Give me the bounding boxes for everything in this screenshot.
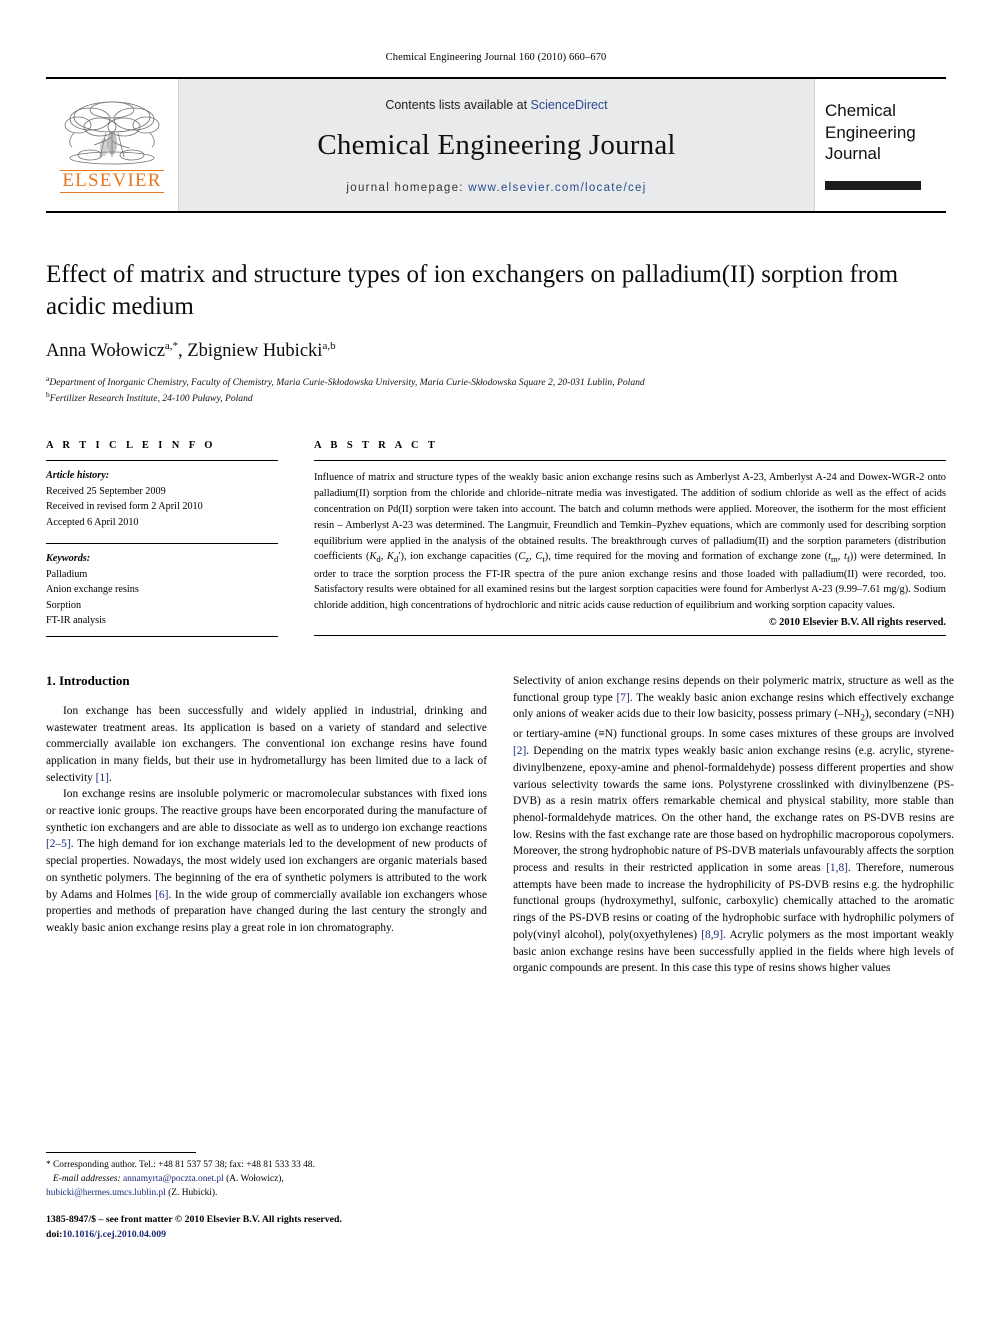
article-info-rule-bottom xyxy=(46,635,278,637)
article-info-heading: A R T I C L E I N F O xyxy=(46,440,216,452)
affiliation-a: aDepartment of Inorganic Chemistry, Facu… xyxy=(46,374,946,390)
doi-label: doi: xyxy=(46,1228,63,1240)
keyword-item: Palladium xyxy=(46,568,88,580)
running-head: Chemical Engineering Journal 160 (2010) … xyxy=(385,52,607,63)
title-block: Effect of matrix and structure types of … xyxy=(46,259,946,406)
paragraph: Ion exchange resins are insoluble polyme… xyxy=(46,788,487,934)
keywords-label: Keywords: xyxy=(46,553,91,565)
citation-ref[interactable]: [7] xyxy=(616,692,629,704)
citation-ref[interactable]: [1] xyxy=(96,772,109,784)
author-1-affil-mark: a,* xyxy=(164,340,179,352)
citation-ref[interactable]: [1,8] xyxy=(826,862,848,874)
affiliation-b-text: Fertilizer Research Institute, 24-100 Pu… xyxy=(49,393,253,405)
doi-link[interactable]: 10.1016/j.cej.2010.04.009 xyxy=(62,1229,166,1240)
keyword-item: FT-IR analysis xyxy=(46,615,106,627)
author-1: Anna Wołowicz xyxy=(46,341,165,362)
affiliation-b: bFertilizer Research Institute, 24-100 P… xyxy=(46,390,946,406)
elsevier-tree-icon xyxy=(64,101,160,165)
affiliation-a-text: Department of Inorganic Chemistry, Facul… xyxy=(49,377,645,389)
article-info-column: A R T I C L E I N F O Article history: R… xyxy=(46,440,278,637)
section-heading-introduction: 1. Introduction xyxy=(46,672,130,688)
info-abstract-row: A R T I C L E I N F O Article history: R… xyxy=(46,440,946,637)
abstract-column: A B S T R A C T Influence of matrix and … xyxy=(314,440,946,637)
abstract-text: Influence of matrix and structure types … xyxy=(314,472,946,612)
keywords-block: Keywords: Palladium Anion exchange resin… xyxy=(46,544,278,629)
article-history-label: Article history: xyxy=(46,470,110,482)
page-title: Effect of matrix and structure types of … xyxy=(46,261,899,320)
author-list: Anna Wołowicza,*, Zbigniew Hubickia,b xyxy=(46,340,946,362)
homepage-url-link[interactable]: www.elsevier.com/locate/cej xyxy=(468,182,646,194)
corresponding-author-note: * Corresponding author. Tel.: +48 81 537… xyxy=(46,1160,315,1170)
author-2-affil-mark: a,b xyxy=(322,340,336,352)
doi-line: doi:10.1016/j.cej.2010.04.009 xyxy=(46,1228,506,1243)
email-owner-2: (Z. Hubicki). xyxy=(165,1188,218,1199)
history-item: Received 25 September 2009 xyxy=(46,485,166,497)
email-line-2: hubicki@hermes.umcs.lublin.pl (Z. Hubick… xyxy=(46,1186,487,1200)
journal-title: Chemical Engineering Journal xyxy=(317,129,676,161)
homepage-label: journal homepage: xyxy=(346,182,464,194)
history-item: Received in revised form 2 April 2010 xyxy=(46,501,203,513)
cover-journal-title: Chemical Engineering Journal xyxy=(825,100,916,164)
body-left-column: 1. Introduction Ion exchange has been su… xyxy=(46,673,487,977)
keyword-item: Sorption xyxy=(46,599,82,611)
email-link-2[interactable]: hubicki@hermes.umcs.lublin.pl xyxy=(46,1188,166,1198)
masthead-center: Contents lists available at ScienceDirec… xyxy=(179,79,814,211)
history-item: Accepted 6 April 2010 xyxy=(46,516,139,528)
paragraph: Selectivity of anion exchange resins dep… xyxy=(513,674,954,975)
imprint-block: 1385-8947/$ – see front matter © 2010 El… xyxy=(46,1213,506,1242)
citation-ref[interactable]: [2–5] xyxy=(46,838,71,850)
body-two-column: 1. Introduction Ion exchange has been su… xyxy=(46,673,954,977)
contents-prefix: Contents lists available at xyxy=(385,98,531,112)
abstract-copyright: © 2010 Elsevier B.V. All rights reserved… xyxy=(768,617,946,629)
email-addresses-label: E-mail addresses: xyxy=(53,1174,121,1185)
contents-available-line: Contents lists available at ScienceDirec… xyxy=(385,98,607,112)
journal-homepage-line: journal homepage: www.elsevier.com/locat… xyxy=(346,182,646,194)
citation-ref[interactable]: [6] xyxy=(155,889,168,901)
abstract-rule-bottom xyxy=(314,635,946,637)
citation-ref[interactable]: [2] xyxy=(513,745,526,757)
imprint-line: 1385-8947/$ – see front matter © 2010 El… xyxy=(46,1214,342,1225)
email-line-1: E-mail addresses: annamyrta@poczta.onet.… xyxy=(46,1172,487,1186)
author-2: , Zbigniew Hubicki xyxy=(178,341,323,362)
cover-bar-decoration xyxy=(825,181,921,191)
email-owner-1: (A. Wołowicz), xyxy=(223,1174,284,1185)
footnote-block: * Corresponding author. Tel.: +48 81 537… xyxy=(46,1152,487,1200)
paragraph: Ion exchange has been successfully and w… xyxy=(46,704,487,784)
article-history-block: Article history: Received 25 September 2… xyxy=(46,461,278,530)
journal-cover-thumbnail: Chemical Engineering Journal xyxy=(814,79,946,211)
elsevier-wordmark: ELSEVIER xyxy=(60,170,164,193)
keyword-item: Anion exchange resins xyxy=(46,584,139,596)
citation-ref[interactable]: [8,9] xyxy=(701,929,723,941)
elsevier-logo: ELSEVIER xyxy=(46,79,179,211)
email-link-1[interactable]: annamyrta@poczta.onet.pl xyxy=(123,1174,224,1184)
paper-page: Chemical Engineering Journal 160 (2010) … xyxy=(0,0,992,1323)
footnote-rule xyxy=(46,1152,196,1153)
journal-masthead: ELSEVIER Contents lists available at Sci… xyxy=(46,77,946,213)
abstract-heading: A B S T R A C T xyxy=(314,440,439,452)
sciencedirect-link[interactable]: ScienceDirect xyxy=(531,98,608,112)
body-right-column: Selectivity of anion exchange resins dep… xyxy=(513,673,954,977)
